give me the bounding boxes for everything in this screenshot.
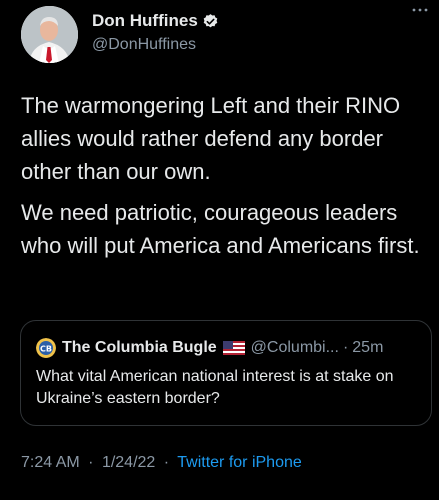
svg-text:CB: CB bbox=[40, 345, 52, 354]
profile-photo-icon bbox=[21, 6, 78, 63]
quoted-tweet[interactable]: CB The Columbia Bugle @Columbi... · 25m … bbox=[20, 320, 432, 426]
tweet: Don Huffines @DonHuffines The warmongeri… bbox=[0, 0, 439, 500]
verified-badge-icon bbox=[203, 13, 218, 27]
author-handle[interactable]: @DonHuffines bbox=[92, 36, 219, 54]
author-name[interactable]: Don Huffines bbox=[92, 11, 198, 31]
separator-dot: · bbox=[163, 454, 170, 471]
tweet-date[interactable]: 1/24/22 bbox=[102, 454, 155, 471]
quoted-tweet-header: CB The Columbia Bugle @Columbi... · 25m bbox=[36, 338, 383, 358]
tweet-body: The warmongering Left and their RINO all… bbox=[21, 89, 426, 270]
author-name-row: Don Huffines bbox=[92, 9, 219, 33]
separator-dot: · bbox=[88, 454, 94, 471]
tweet-time[interactable]: 7:24 AM bbox=[21, 454, 80, 471]
tweet-paragraph: We need patriotic, courageous leaders wh… bbox=[21, 200, 420, 258]
us-flag-icon bbox=[222, 341, 245, 355]
separator-dot: · bbox=[342, 339, 349, 356]
ellipsis-icon[interactable] bbox=[407, 2, 433, 18]
author-avatar[interactable] bbox=[21, 6, 78, 63]
quoted-author-handle: @Columbi... bbox=[250, 339, 339, 356]
author-block[interactable]: Don Huffines @DonHuffines bbox=[92, 9, 219, 54]
quoted-avatar-icon[interactable]: CB bbox=[36, 338, 56, 358]
quoted-author-name: The Columbia Bugle bbox=[62, 339, 217, 356]
tweet-paragraph: The warmongering Left and their RINO all… bbox=[21, 93, 401, 184]
tweet-metadata: 7:24 AM · 1/24/22 · Twitter for iPhone bbox=[21, 454, 302, 472]
tweet-source-link[interactable]: Twitter for iPhone bbox=[177, 454, 302, 471]
quoted-tweet-time: 25m bbox=[352, 339, 384, 356]
quoted-tweet-text: What vital American national interest is… bbox=[36, 368, 394, 407]
